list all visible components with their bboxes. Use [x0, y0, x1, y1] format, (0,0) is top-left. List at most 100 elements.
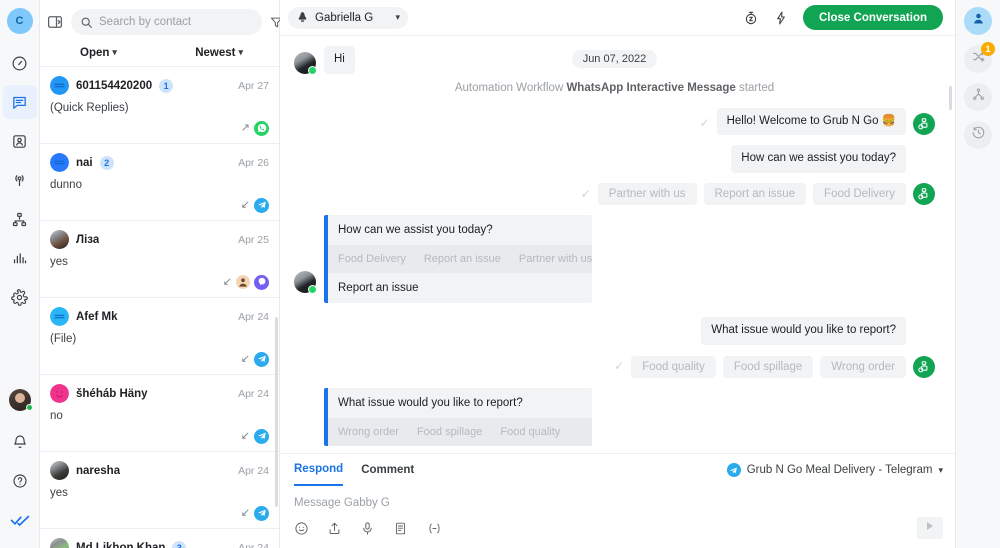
quick-reply-chip[interactable]: Food spillage: [722, 355, 814, 378]
thread-scrollbar[interactable]: [949, 86, 952, 110]
note-icon[interactable]: [393, 521, 408, 536]
bar-chart-icon: [11, 250, 28, 267]
card-option[interactable]: Food Delivery: [338, 253, 406, 265]
last-message-date: Apr 24: [238, 387, 269, 400]
upload-icon[interactable]: [327, 521, 342, 536]
filter-sort-dropdown[interactable]: Newest ▾: [195, 47, 243, 59]
sidebar-item-dashboard[interactable]: [3, 46, 37, 80]
avatar[interactable]: [9, 389, 33, 411]
chevron-down-icon: ▾: [395, 12, 400, 22]
conversation-item-header: Afef Mk Apr 24: [50, 307, 269, 326]
app-logo[interactable]: C: [6, 8, 33, 34]
conversation-list-item[interactable]: nai 2 Apr 26 dunno ↙: [40, 144, 279, 221]
notifications-button[interactable]: [3, 425, 37, 459]
quick-reply-chip[interactable]: Food Delivery: [813, 183, 906, 206]
telegram-channel-icon: [254, 505, 269, 521]
send-arrow-icon: [924, 519, 936, 537]
contact-name: Afef Mk: [76, 310, 118, 323]
interactive-card-row: What issue would you like to report? Wro…: [324, 387, 935, 446]
card-option[interactable]: Wrong order: [338, 426, 399, 438]
card-option[interactable]: Food quality: [500, 426, 560, 438]
conversation-item-meta: ↙: [50, 428, 269, 444]
sidebar-item-reports[interactable]: [3, 241, 37, 275]
message-bubble: What issue would you like to report?: [701, 317, 906, 345]
send-button[interactable]: [917, 517, 943, 539]
conversation-list-item[interactable]: naresha Apr 24 yes ↙: [40, 452, 279, 529]
assign-agent-badge: 1: [981, 42, 995, 56]
contact-name: 601154420200: [76, 79, 153, 92]
inbound-arrow-icon: ↙: [240, 429, 250, 442]
conversation-item-meta: ↙: [50, 197, 269, 213]
rrail-item-history[interactable]: [964, 121, 992, 149]
emoji-smiley-icon[interactable]: [294, 521, 309, 536]
sidebar-item-contacts[interactable]: [3, 124, 37, 158]
filter-status-dropdown[interactable]: Open ▾: [80, 47, 117, 59]
quick-reply-chips: Partner with us Report an issue Food Deliv…: [597, 183, 906, 206]
tab-respond[interactable]: Respond: [294, 454, 344, 486]
conversation-item-header: naresha Apr 24: [50, 461, 269, 480]
outbound-arrow-icon: ↗: [240, 121, 250, 134]
rrail-item-contact-profile[interactable]: [964, 7, 992, 35]
conversation-list-item[interactable]: 601154420200 1 Apr 27 (Quick Replies) ↗: [40, 67, 279, 144]
card-option[interactable]: Food spillage: [417, 426, 482, 438]
channel-selector[interactable]: Grub N Go Meal Delivery - Telegram ▾: [726, 463, 943, 477]
sidebar-item-conversations[interactable]: [2, 85, 37, 119]
app-root: C Search by contact Open ▾ Newest ▾ 6011…: [0, 0, 1000, 548]
conversation-list-item[interactable]: Afef Mk Apr 24 (File) ↙: [40, 298, 279, 375]
conversation-list-item[interactable]: Ліза Apr 25 yes ↙: [40, 221, 279, 298]
whatsapp-channel-dot: [308, 65, 317, 75]
rrail-item-workflow[interactable]: [964, 83, 992, 111]
list-scrollbar[interactable]: [275, 317, 278, 507]
contact-selector[interactable]: Gabriella G ▾: [288, 6, 408, 29]
quick-reply-chips-row: ✓ Food quality Food spillage Wrong order: [294, 355, 935, 378]
card-option[interactable]: Report an issue: [424, 253, 501, 265]
conversation-list-item[interactable]: šhéháb Häny Apr 24 no ↙: [40, 375, 279, 452]
sidebar-item-automation[interactable]: [3, 202, 37, 236]
sitemap-icon: [11, 211, 28, 228]
message-preview: yes: [50, 256, 68, 268]
viber-channel-icon: [254, 274, 269, 290]
snooze-timer-icon[interactable]: [743, 10, 759, 26]
filter-status-label: Open: [80, 46, 110, 59]
gear-icon: [11, 288, 28, 306]
telegram-channel-icon: [254, 351, 269, 367]
quick-reply-chip[interactable]: Wrong order: [820, 355, 906, 378]
sidebar-item-broadcast[interactable]: [3, 163, 37, 197]
search-input[interactable]: [99, 16, 253, 28]
collapse-panel-icon[interactable]: [46, 13, 64, 31]
telegram-icon: [726, 463, 741, 477]
last-message-date: Apr 27: [238, 79, 269, 92]
read-receipts-button[interactable]: [3, 503, 37, 537]
tab-comment[interactable]: Comment: [361, 454, 414, 486]
card-selected-answer: Report an issue: [338, 282, 419, 295]
contact-avatar: [50, 384, 69, 403]
contact-avatar: [50, 230, 69, 249]
contact-avatar: [50, 307, 69, 326]
quick-reply-chip[interactable]: Report an issue: [703, 183, 807, 206]
quick-reply-chip[interactable]: Partner with us: [597, 183, 697, 206]
last-message-date: Apr 26: [238, 156, 269, 169]
whatsapp-channel-dot: [308, 285, 317, 295]
contact-name: Gabriella G: [315, 11, 374, 24]
message-input[interactable]: [294, 486, 943, 517]
contact-avatar-icon: [296, 11, 309, 24]
rrail-item-assign-agent[interactable]: 1: [964, 42, 995, 73]
quick-reply-chips: Food quality Food spillage Wrong order: [631, 355, 906, 378]
flow-icon: [971, 87, 986, 107]
message-thread[interactable]: Hi Jun 07, 2022 Automation Workflow What…: [280, 36, 955, 453]
message-row-outgoing: ✓ Hello! Welcome to Grub N Go 🍔: [294, 107, 935, 136]
help-button[interactable]: [3, 464, 37, 498]
merge-field-icon[interactable]: [426, 521, 443, 536]
date-separator: Jun 07, 2022: [294, 49, 935, 68]
lightning-bolt-icon[interactable]: [773, 10, 789, 26]
conversation-item-meta: ↙: [50, 351, 269, 367]
conversation-scroll-area[interactable]: 601154420200 1 Apr 27 (Quick Replies) ↗ nai 2 A…: [40, 67, 279, 548]
quick-reply-chip[interactable]: Food quality: [631, 355, 716, 378]
conversation-list-item[interactable]: Md Likhon Khan3Apr 24Group link↙: [40, 529, 279, 548]
search-container[interactable]: [71, 9, 262, 35]
card-option[interactable]: Partner with us: [519, 253, 592, 265]
message-bubble: How can we assist you today?: [731, 145, 906, 173]
sidebar-item-settings[interactable]: [3, 280, 37, 314]
microphone-icon[interactable]: [360, 521, 375, 536]
close-conversation-button[interactable]: Close Conversation: [803, 5, 943, 30]
